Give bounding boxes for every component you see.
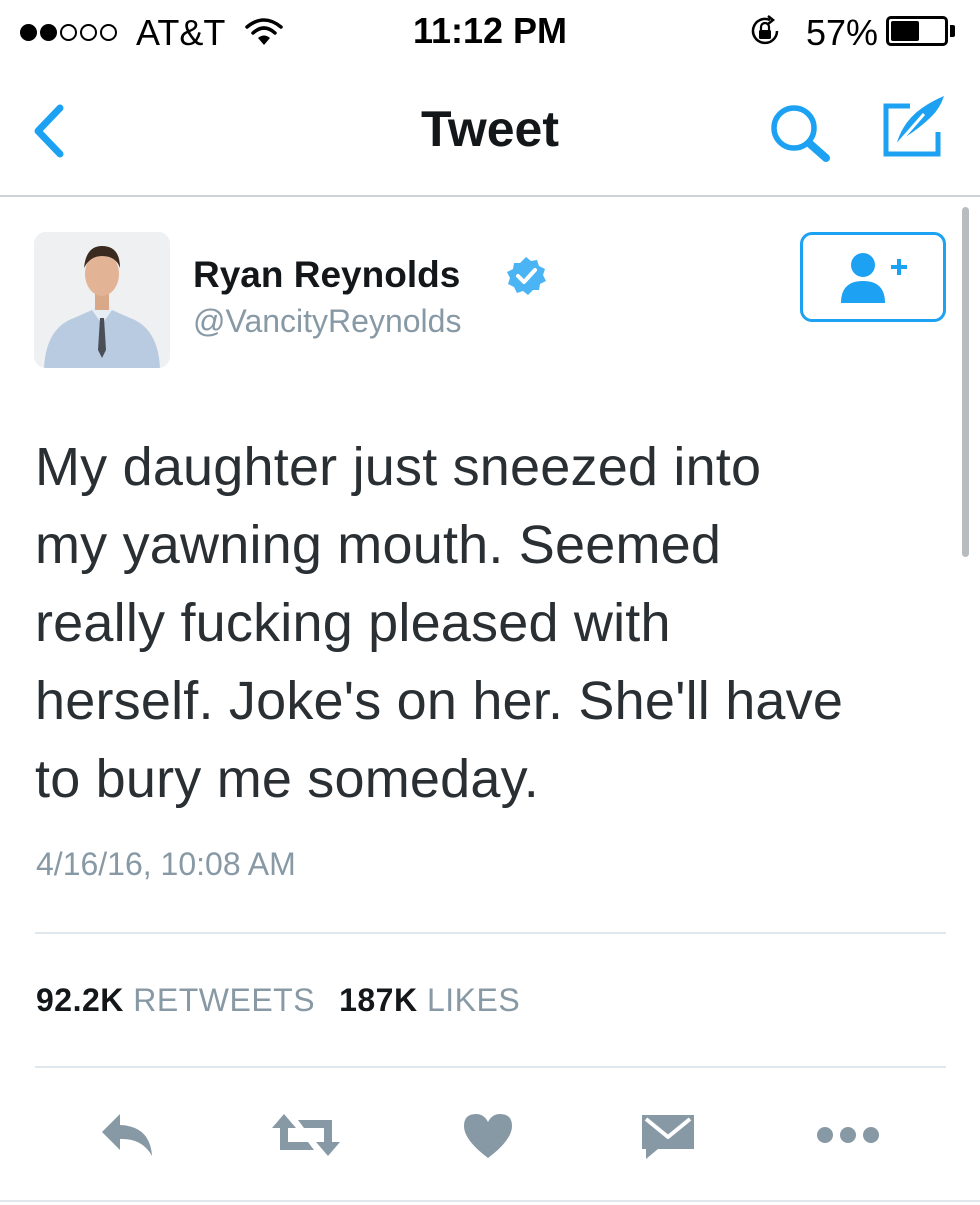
reply-button[interactable] [88, 1100, 168, 1170]
divider [0, 1200, 980, 1202]
heart-icon [464, 1114, 512, 1158]
like-button[interactable] [448, 1100, 528, 1170]
battery-tip [950, 25, 955, 37]
engagement-stats: 92.2K RETWEETS 187K LIKES [36, 982, 520, 1019]
more-button[interactable] [808, 1100, 888, 1170]
envelope-icon [642, 1115, 694, 1159]
status-bar: AT&T 11:12 PM 57% [0, 0, 980, 66]
back-button[interactable] [22, 96, 82, 166]
likes-count: 187K [339, 982, 418, 1018]
follow-button[interactable] [800, 232, 946, 322]
retweets-count: 92.2K [36, 982, 124, 1018]
retweet-icon [272, 1114, 340, 1156]
tweet-text-line: my yawning mouth. Seemed [35, 515, 722, 575]
author-name[interactable]: Ryan Reynolds [193, 254, 460, 296]
more-icon [817, 1127, 879, 1143]
likes-label: LIKES [426, 982, 521, 1018]
retweets-stat[interactable]: 92.2K RETWEETS [36, 982, 315, 1018]
retweets-label: RETWEETS [133, 982, 316, 1018]
divider [35, 932, 946, 934]
search-button[interactable] [762, 96, 838, 172]
search-icon [771, 105, 830, 162]
avatar[interactable] [34, 232, 170, 368]
scrollbar-thumb[interactable] [962, 207, 969, 557]
battery-icon [886, 16, 948, 46]
tweet-text: My daughter just sneezed into my yawning… [35, 428, 955, 818]
author-handle[interactable]: @VancityReynolds [193, 303, 461, 340]
retweet-button[interactable] [266, 1100, 346, 1170]
tweet-text-line: My daughter just sneezed into [35, 437, 762, 497]
tweet-timestamp: 4/16/16, 10:08 AM [36, 846, 296, 882]
divider [35, 1066, 946, 1068]
reply-icon [102, 1114, 152, 1156]
direct-message-button[interactable] [628, 1100, 708, 1170]
compose-tweet-icon [883, 96, 944, 157]
tweet-text-line: really fucking pleased with [35, 593, 671, 653]
chevron-left-icon [34, 104, 64, 158]
tweet-text-line: herself. Joke's on her. She'll have [35, 671, 844, 731]
add-user-icon [841, 253, 907, 303]
likes-stat[interactable]: 187K LIKES [339, 982, 520, 1018]
verified-badge-icon [505, 255, 547, 302]
rotation-lock-icon [748, 14, 782, 53]
compose-tweet-button[interactable] [874, 88, 954, 168]
navigation-bar: Tweet [0, 66, 980, 197]
battery-percent: 57% [806, 12, 879, 53]
tweet-text-line: to bury me someday. [35, 749, 540, 809]
